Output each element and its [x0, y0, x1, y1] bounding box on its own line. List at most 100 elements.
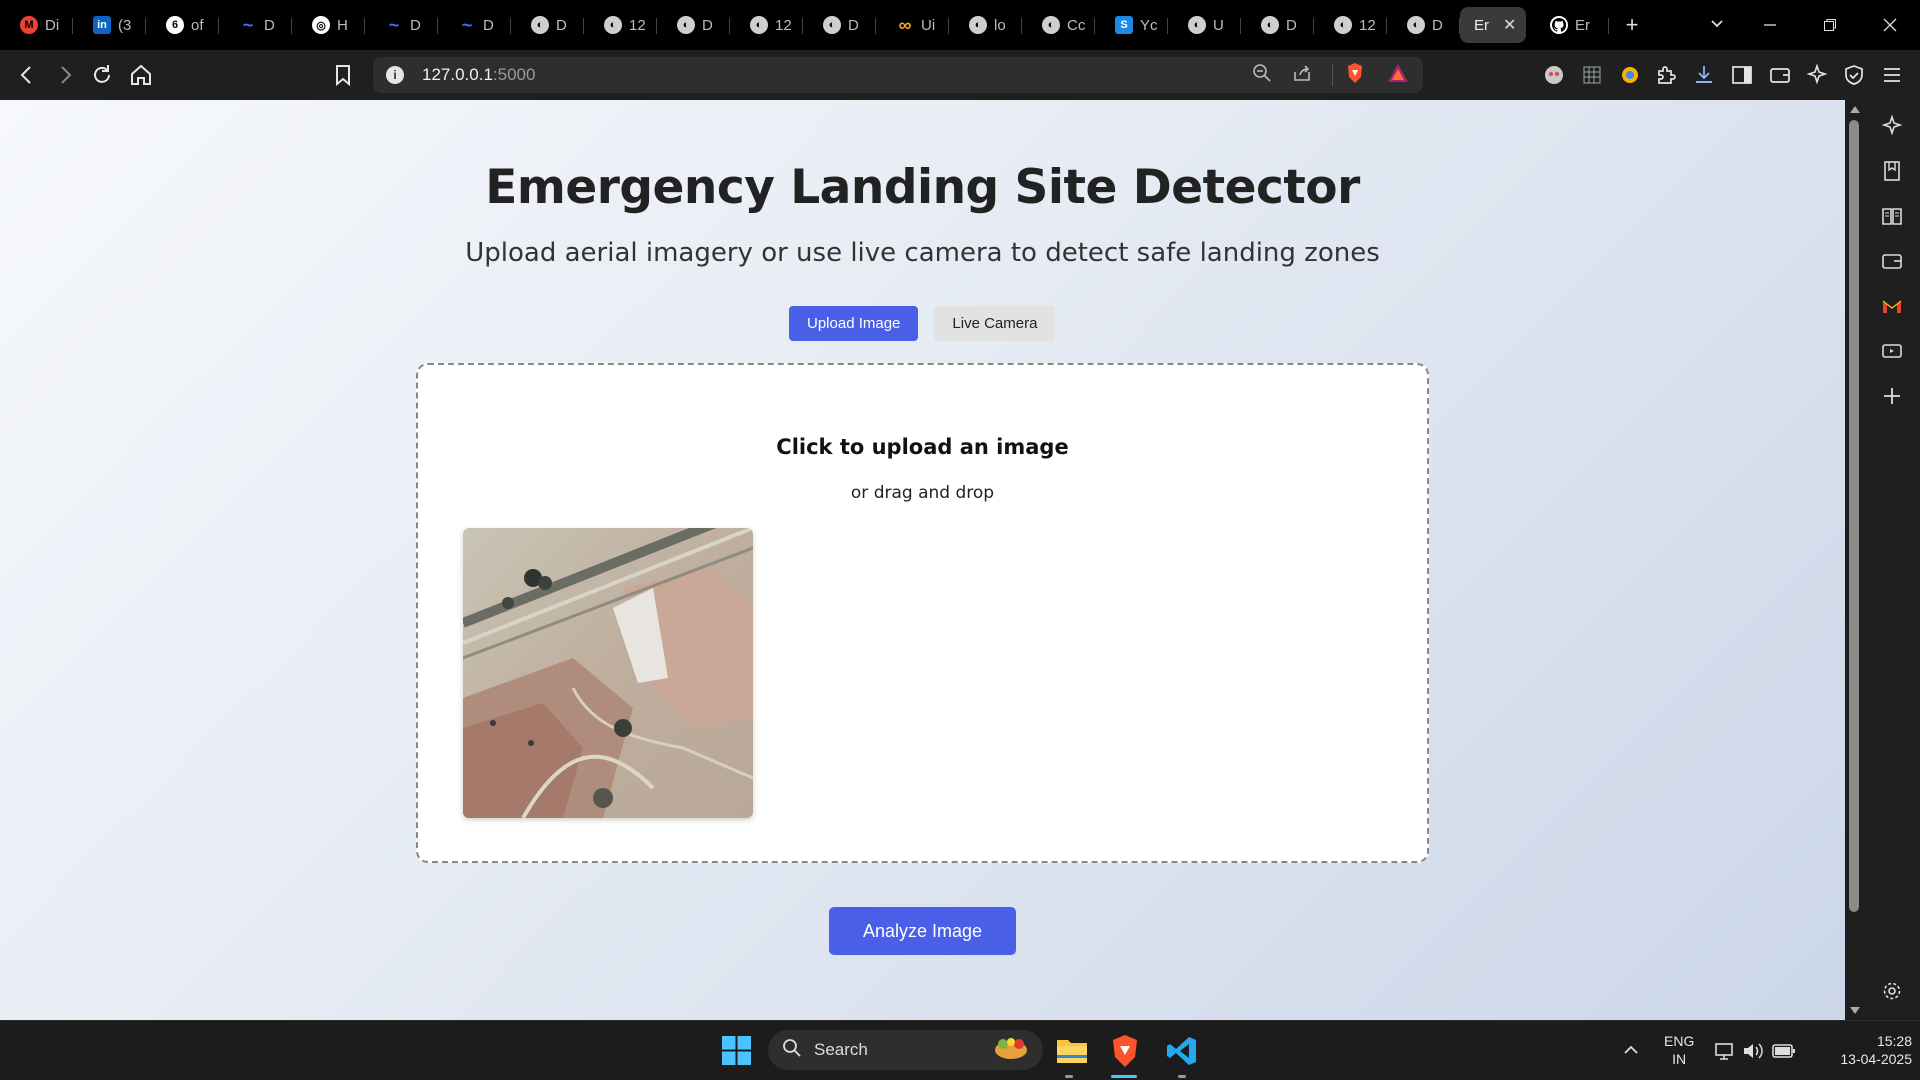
downloads-icon[interactable]	[1692, 63, 1718, 89]
menu-icon[interactable]	[1880, 63, 1906, 89]
clock[interactable]: 15:28 13-04-2025	[1812, 1032, 1912, 1068]
scroll-thumb[interactable]	[1849, 120, 1859, 912]
reading-list-icon[interactable]	[1881, 160, 1903, 182]
tab-7[interactable]: ◐ D	[511, 7, 584, 43]
add-panel-icon[interactable]	[1881, 385, 1903, 407]
reload-icon[interactable]	[89, 62, 115, 88]
tab-title: Er	[1575, 16, 1590, 34]
leo-ai-icon[interactable]	[1805, 63, 1831, 89]
tab-3[interactable]: ~ D	[219, 7, 292, 43]
tab-strip: M Di in (3 6 of ~ D ◎ H ~ D ~ D ◐ D ◐ 12 ◐ D ◐ 12 ◐ D ∞ Ui ◐ lo ◐ Cc S…	[0, 0, 1920, 50]
taskbar-search[interactable]: Search	[768, 1030, 1043, 1070]
region-code: IN	[1672, 1051, 1687, 1067]
tab-15[interactable]: S Yc	[1095, 7, 1168, 43]
ghost-extension-icon[interactable]	[1542, 63, 1568, 89]
file-explorer-icon[interactable]	[1056, 1035, 1088, 1070]
tab-active[interactable]: Er ✕	[1460, 7, 1526, 43]
settings-gear-icon[interactable]	[1881, 980, 1903, 1002]
tab-list-chevron-icon[interactable]	[1694, 15, 1740, 36]
back-icon[interactable]	[14, 62, 40, 88]
share-icon[interactable]	[1292, 63, 1312, 88]
vscode-indicator	[1178, 1075, 1186, 1078]
active-app-indicator	[1111, 1075, 1137, 1078]
site-info-icon[interactable]: i	[386, 66, 404, 84]
new-tab-button[interactable]: +	[1609, 12, 1655, 38]
tab-github[interactable]: Er	[1536, 7, 1609, 43]
extensions-puzzle-icon[interactable]	[1654, 63, 1680, 89]
tab-17[interactable]: ◐ D	[1241, 7, 1314, 43]
windows-start-icon[interactable]	[722, 1036, 751, 1070]
book-icon[interactable]	[1881, 205, 1903, 227]
tab-18[interactable]: ◐ 12	[1314, 7, 1387, 43]
page-scrollbar[interactable]	[1845, 100, 1863, 1020]
tab-title: 12	[629, 16, 646, 34]
windows-taskbar: Search ENG IN 15:28 13-04-2025	[0, 1020, 1920, 1080]
tab-title: Yc	[1140, 16, 1158, 34]
live-camera-tab[interactable]: Live Camera	[934, 306, 1056, 341]
brave-shields-icon[interactable]	[1345, 62, 1365, 89]
analyze-image-button[interactable]: Analyze Image	[829, 907, 1016, 955]
tab-13[interactable]: ◐ lo	[949, 7, 1022, 43]
tab-10[interactable]: ◐ 12	[730, 7, 803, 43]
tab-title: U	[1213, 16, 1224, 34]
tab-6[interactable]: ~ D	[438, 7, 511, 43]
tab-12[interactable]: ∞ Ui	[876, 7, 949, 43]
language-indicator[interactable]: ENG IN	[1664, 1032, 1694, 1068]
sheets-extension-icon[interactable]	[1580, 63, 1606, 89]
tab-14[interactable]: ◐ Cc	[1022, 7, 1095, 43]
forward-icon[interactable]	[52, 62, 78, 88]
volume-icon[interactable]	[1742, 1041, 1764, 1066]
tab-9[interactable]: ◐ D	[657, 7, 730, 43]
wallet-icon[interactable]	[1768, 63, 1794, 89]
tab-1[interactable]: in (3	[73, 7, 146, 43]
language-code: ENG	[1664, 1033, 1695, 1049]
search-label: Search	[814, 1040, 868, 1059]
restore-button[interactable]	[1800, 12, 1860, 38]
globe-icon: ◐	[1334, 16, 1352, 34]
tab-2[interactable]: 6 of	[146, 7, 219, 43]
tab-4[interactable]: ◎ H	[292, 7, 365, 43]
url-host: 127.0.0.1	[422, 65, 493, 84]
leo-sparkle-icon[interactable]	[1881, 114, 1903, 137]
battery-icon[interactable]	[1772, 1043, 1796, 1064]
tab-title: H	[337, 16, 348, 34]
mode-toggle: Upload Image Live Camera	[789, 306, 1056, 341]
brave-rewards-icon[interactable]	[1387, 63, 1409, 88]
bookmark-icon[interactable]	[330, 62, 356, 88]
tabs-container: M Di in (3 6 of ~ D ◎ H ~ D ~ D ◐ D ◐ 12 ◐ D ◐ 12 ◐ D ∞ Ui ◐ lo ◐ Cc S…	[0, 0, 1460, 50]
wallet-side-icon[interactable]	[1881, 250, 1903, 272]
tab-title: D	[702, 16, 713, 34]
deepseek-icon: ~	[461, 14, 473, 35]
gmail-icon[interactable]	[1881, 296, 1903, 318]
color-extension-icon[interactable]	[1618, 63, 1644, 89]
tab-16[interactable]: ◐ U	[1168, 7, 1241, 43]
tab-11[interactable]: ◐ D	[803, 7, 876, 43]
upload-dropzone[interactable]: Click to upload an image or drag and dro…	[416, 363, 1429, 863]
tab-close-icon[interactable]: ✕	[1503, 15, 1516, 35]
vpn-shield-icon[interactable]	[1842, 63, 1868, 89]
brave-taskbar-icon[interactable]	[1109, 1034, 1141, 1073]
tab-title: of	[191, 16, 204, 34]
tab-5[interactable]: ~ D	[365, 7, 438, 43]
zoom-icon[interactable]	[1252, 63, 1272, 88]
search-icon	[782, 1038, 802, 1063]
openai-icon: ◎	[312, 16, 330, 34]
video-call-icon[interactable]	[1881, 340, 1903, 362]
minimize-button[interactable]	[1740, 12, 1800, 38]
url-text[interactable]: 127.0.0.1:5000	[422, 65, 535, 85]
home-icon[interactable]	[128, 62, 154, 88]
tray-overflow-chevron-icon[interactable]	[1622, 1041, 1640, 1064]
tab-8[interactable]: ◐ 12	[584, 7, 657, 43]
address-bar[interactable]: i 127.0.0.1:5000	[373, 57, 1423, 93]
scroll-down-arrow-icon[interactable]	[1850, 1007, 1860, 1014]
vscode-icon[interactable]	[1166, 1035, 1198, 1072]
network-icon[interactable]	[1714, 1041, 1736, 1066]
sidebar-toggle-icon[interactable]	[1730, 63, 1756, 89]
gmail-icon: M	[20, 16, 38, 34]
scroll-up-arrow-icon[interactable]	[1850, 106, 1860, 113]
close-window-button[interactable]	[1860, 12, 1920, 38]
tab-19[interactable]: ◐ D	[1387, 7, 1460, 43]
upload-image-tab[interactable]: Upload Image	[789, 306, 919, 341]
tab-0[interactable]: M Di	[0, 7, 73, 43]
tab-title: D	[556, 16, 567, 34]
